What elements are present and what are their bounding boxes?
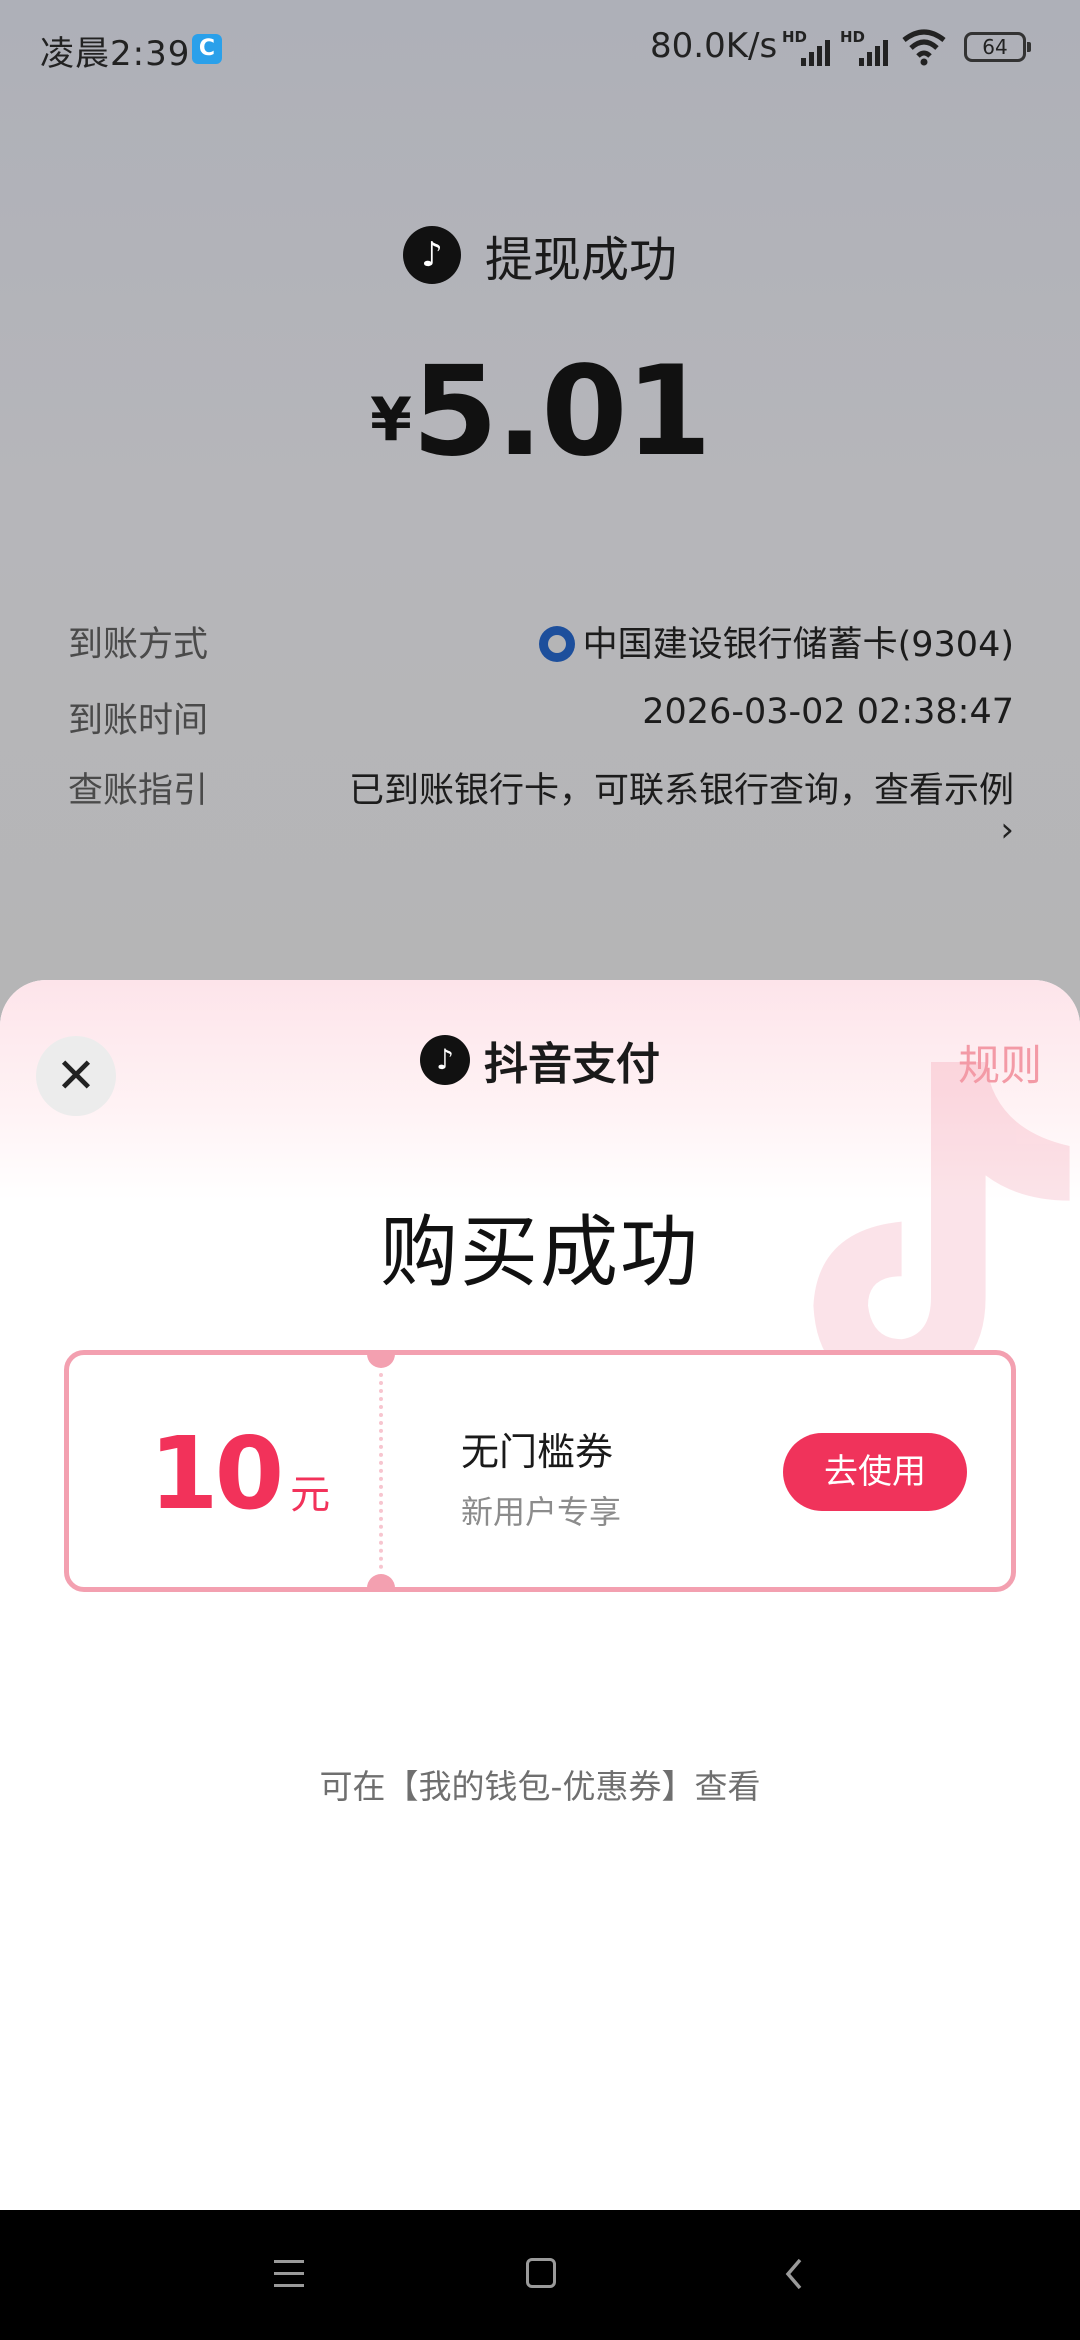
withdraw-amount: ¥5.01 xyxy=(0,340,1080,484)
brand-name: 抖音支付 xyxy=(484,1039,660,1090)
home-icon[interactable] xyxy=(526,2258,556,2288)
detail-row-guide[interactable]: 查账指引 已到账银行卡，可联系银行查询，查看示例 › xyxy=(68,762,1014,862)
coupon-value: 10 元 xyxy=(149,1415,330,1532)
coupon-unit: 元 xyxy=(290,1472,331,1518)
app-notification-icon: C xyxy=(192,34,222,64)
cell-signal-icon: HD xyxy=(840,28,888,66)
use-coupon-button[interactable]: 去使用 xyxy=(783,1433,967,1511)
status-time: 凌晨2:39 xyxy=(40,34,191,74)
ccb-bank-icon xyxy=(538,626,575,662)
detail-key: 到账方式 xyxy=(68,625,209,665)
purchase-success-sheet: ✕ ♪ 抖音支付 规则 购买成功 10 元 无门槛券 新用户专享 去使用 可在【我… xyxy=(0,980,1080,2210)
detail-key: 查账指引 xyxy=(68,771,209,811)
chevron-right-icon[interactable]: › xyxy=(1000,810,1014,850)
coupon-notch xyxy=(367,1350,395,1368)
coupon-perforation xyxy=(379,1373,383,1569)
menu-icon[interactable] xyxy=(274,2260,304,2288)
coupon-notch xyxy=(367,1574,395,1592)
detail-value: 中国建设银行储蓄卡(9304) xyxy=(538,616,1014,667)
wifi-icon xyxy=(902,29,946,66)
bank-card-text: 中国建设银行储蓄卡(9304) xyxy=(582,625,1014,665)
amount-value: 5.01 xyxy=(411,340,712,484)
battery-icon: 64 xyxy=(964,32,1031,62)
view-example-link[interactable]: 已到账银行卡，可联系银行查询，查看示例 xyxy=(349,762,1014,813)
withdraw-header: ♪ 提现成功 xyxy=(0,220,1080,290)
detail-value: 2026-03-02 02:38:47 xyxy=(642,692,1014,732)
purchase-title: 购买成功 xyxy=(379,1208,700,1298)
rules-link[interactable]: 规则 xyxy=(958,1032,1042,1093)
coupon-description: 新用户专享 xyxy=(461,1493,622,1531)
cell-signal-icon: HD xyxy=(782,28,830,66)
currency-symbol: ¥ xyxy=(370,385,412,455)
status-bar: 凌晨2:39 C 80.0K/s HD HD 64 xyxy=(0,0,1080,96)
coupon-card: 10 元 无门槛券 新用户专享 去使用 xyxy=(64,1350,1016,1592)
app-screen: 凌晨2:39 C 80.0K/s HD HD 64 ♪ 提现成功 ¥5.01 到… xyxy=(0,0,1080,2340)
back-icon[interactable] xyxy=(780,2256,810,2292)
coupon-amount: 10 xyxy=(149,1415,284,1532)
system-nav-bar xyxy=(0,2210,1080,2340)
withdraw-title: 提现成功 xyxy=(484,232,677,288)
douyin-logo-icon: ♪ xyxy=(420,1035,470,1085)
network-speed: 80.0K/s xyxy=(650,26,778,66)
wallet-hint: 可在【我的钱包-优惠券】查看 xyxy=(319,1767,761,1806)
detail-key: 到账时间 xyxy=(68,701,209,741)
coupon-name: 无门槛券 xyxy=(461,1430,614,1474)
brand-header: ♪ 抖音支付 xyxy=(0,1028,1080,1092)
douyin-logo-icon: ♪ xyxy=(402,226,461,284)
